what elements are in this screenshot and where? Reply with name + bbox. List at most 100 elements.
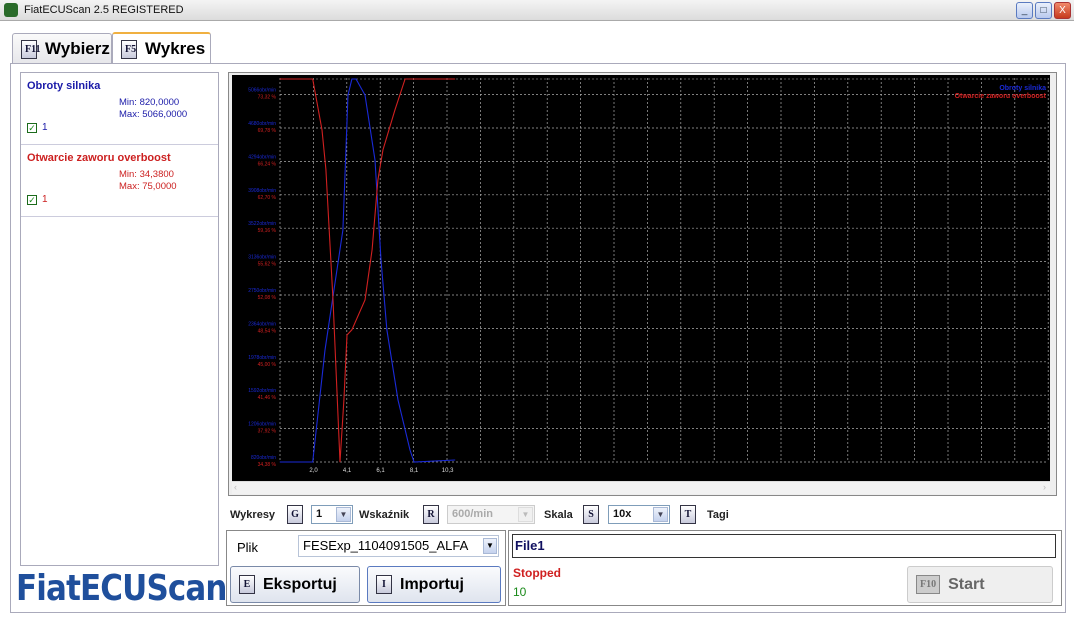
y-tick-label: 62,70 %: [258, 195, 277, 201]
logo: FiatECUScan: [16, 568, 227, 609]
data-point: [279, 461, 281, 463]
legend-entry: Obroty silnika: [999, 85, 1046, 92]
tab-label: Wybierz: [45, 39, 110, 58]
signal-max: Max: 75,0000: [119, 181, 177, 192]
app-icon: [4, 3, 18, 17]
wskaznik-label: Wskaźnik: [359, 509, 410, 521]
signal-checkbox[interactable]: ✓: [27, 123, 37, 133]
data-point: [351, 78, 353, 80]
wykresy-label: Wykresy: [230, 509, 276, 521]
signal-channel: 1: [42, 122, 48, 133]
scroll-left-icon[interactable]: ‹: [234, 482, 237, 492]
data-point: [409, 449, 411, 451]
f5-key-icon: F5: [121, 39, 137, 59]
chart-horizontal-scrollbar[interactable]: ‹ ›: [232, 481, 1050, 494]
i-key-icon: I: [376, 575, 392, 594]
signal-item[interactable]: Otwarcie zaworu overboost Min: 34,3800 M…: [21, 145, 218, 217]
export-label: Eksportuj: [263, 575, 337, 593]
wykresy-value: 1: [316, 508, 323, 520]
maximize-button[interactable]: □: [1035, 2, 1052, 19]
x-tick-label: 4,1: [343, 468, 352, 474]
file-select[interactable]: FESExp_1104091505_ALFA ▼: [298, 535, 499, 557]
export-button[interactable]: E Eksportuj: [230, 566, 360, 603]
y-tick-label: 69,78 %: [258, 128, 277, 134]
skala-label: Skala: [544, 509, 573, 521]
y-tick-label: 55,62 %: [258, 262, 277, 268]
data-point: [279, 78, 281, 80]
data-point: [404, 78, 406, 80]
g-key-icon[interactable]: G: [287, 505, 303, 524]
wskaznik-value: 600/min: [452, 508, 493, 520]
chevron-down-icon[interactable]: ▼: [518, 507, 533, 522]
signal-max: Max: 5066,0000: [119, 109, 188, 120]
data-point: [374, 159, 376, 161]
series-line: [280, 78, 455, 463]
data-point: [413, 461, 415, 463]
data-point: [371, 249, 373, 251]
data-point: [382, 149, 384, 151]
skala-select[interactable]: 10x ▼: [608, 505, 670, 524]
signal-list: Obroty silnika Min: 820,0000 Max: 5066,0…: [20, 72, 219, 566]
wskaznik-select[interactable]: 600/min ▼: [447, 505, 535, 524]
t-key-icon[interactable]: T: [680, 505, 696, 524]
y-tick-label: 2364obr/min: [248, 321, 276, 327]
y-tick-label: 1978obr/min: [248, 355, 276, 361]
x-tick-label: 10,3: [442, 468, 454, 474]
chevron-down-icon[interactable]: ▼: [653, 507, 668, 522]
data-point: [324, 349, 326, 351]
import-button[interactable]: I Importuj: [367, 566, 501, 603]
signal-item[interactable]: Obroty silnika Min: 820,0000 Max: 5066,0…: [21, 73, 218, 145]
y-tick-label: 5066obr/min: [248, 88, 276, 94]
file-panel: Plik FESExp_1104091505_ALFA ▼ E Eksportuj …: [226, 530, 506, 606]
data-point: [397, 399, 399, 401]
y-tick-label: 45,00 %: [258, 362, 277, 368]
tab-wykres[interactable]: F5 Wykres: [112, 32, 211, 64]
title-bar: FiatECUScan 2.5 REGISTERED _ □ X: [0, 0, 1074, 21]
minimize-button[interactable]: _: [1016, 2, 1033, 19]
signal-name: Obroty silnika: [27, 80, 101, 92]
data-point: [342, 229, 344, 231]
data-point: [321, 129, 323, 131]
chevron-down-icon[interactable]: ▼: [483, 538, 497, 554]
import-label: Importuj: [400, 575, 464, 593]
file-value: FESExp_1104091505_ALFA: [303, 538, 469, 553]
y-tick-label: 1592obr/min: [248, 388, 276, 394]
x-tick-label: 6,1: [376, 468, 385, 474]
y-tick-label: 34,38 %: [258, 462, 277, 468]
skala-value: 10x: [613, 508, 632, 520]
scroll-right-icon[interactable]: ›: [1043, 482, 1046, 492]
x-tick-label: 2,0: [309, 468, 318, 474]
close-button[interactable]: X: [1054, 2, 1071, 19]
y-tick-label: 52,08 %: [258, 295, 277, 301]
y-tick-label: 2750obr/min: [248, 288, 276, 294]
y-tick-label: 41,46 %: [258, 395, 277, 401]
wykresy-select[interactable]: 1 ▼: [311, 505, 353, 524]
data-point: [454, 78, 456, 80]
data-point: [355, 78, 357, 80]
y-tick-label: 73,32 %: [258, 95, 277, 101]
signal-checkbox[interactable]: ✓: [27, 195, 37, 205]
data-point: [394, 109, 396, 111]
file-name-field[interactable]: File1: [512, 534, 1056, 558]
y-tick-label: 3522obr/min: [248, 221, 276, 227]
tab-wybierz[interactable]: F11 Wybierz: [12, 33, 112, 64]
data-point: [346, 334, 348, 336]
data-point: [377, 179, 379, 181]
chevron-down-icon[interactable]: ▼: [336, 507, 351, 522]
y-tick-label: 66,24 %: [258, 161, 277, 167]
data-point: [380, 259, 382, 261]
y-tick-label: 1206obr/min: [248, 422, 276, 428]
y-tick-label: 4294obr/min: [248, 154, 276, 160]
data-point: [364, 299, 366, 301]
data-point: [364, 94, 366, 96]
r-key-icon[interactable]: R: [423, 505, 439, 524]
series-line: [280, 78, 455, 463]
y-tick-label: 59,16 %: [258, 228, 277, 234]
s-key-icon[interactable]: S: [583, 505, 599, 524]
data-point: [351, 329, 353, 331]
status-text: Stopped: [513, 566, 561, 580]
signal-channel: 1: [42, 194, 48, 205]
start-button[interactable]: F10 Start: [907, 566, 1053, 603]
f10-key-icon: F10: [916, 575, 941, 594]
tagi-label[interactable]: Tagi: [707, 509, 729, 521]
